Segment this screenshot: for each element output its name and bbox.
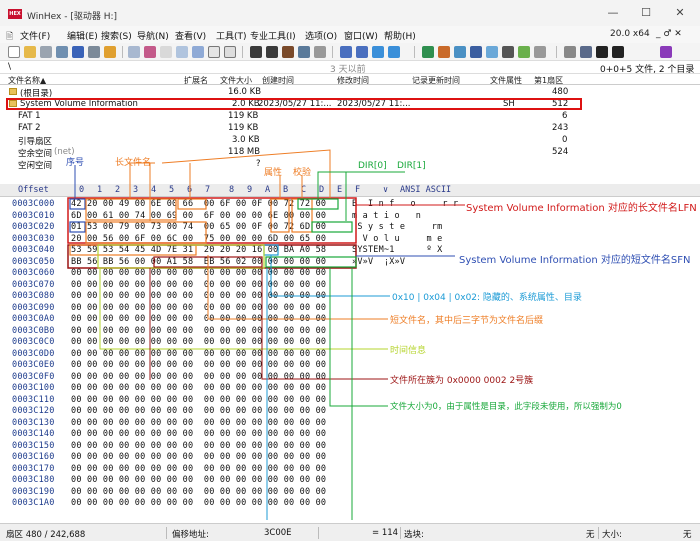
cluster-connector xyxy=(261,268,388,380)
attribute-box xyxy=(270,198,290,233)
annot-checksum: 校验 xyxy=(293,168,312,178)
status-offset-value: 3C00E xyxy=(264,528,292,538)
annot-dir0: DIR[0] xyxy=(358,161,387,171)
long-name-part1-box xyxy=(85,198,177,221)
annot-dir1: DIR[1] xyxy=(397,161,426,171)
status-separator xyxy=(598,527,599,539)
annot-short-name-note: 短文件名，其中后三字节为文件名后缀 xyxy=(390,316,544,326)
annotation-overlay xyxy=(67,149,465,520)
annot-seq-no: 序号 xyxy=(66,158,85,168)
size-connector xyxy=(329,268,388,407)
dir0-box xyxy=(297,198,339,210)
annot-attribute: 属性 xyxy=(264,168,283,178)
annot-sfn-note: System Volume Information 对应的短文件名SFN xyxy=(459,255,691,266)
dir1-box xyxy=(311,221,353,233)
time-info-connector xyxy=(99,268,388,350)
seq-number-box-2 xyxy=(69,221,86,233)
annot-attr-note: 0x10 | 0x04 | 0x02: 隐藏的、系统属性、目录 xyxy=(392,293,582,303)
attr-flag-box xyxy=(263,244,279,256)
annot-time-note: 时间信息 xyxy=(390,346,427,356)
annot-cluster-note: 文件所在簇为 0x0000 0002 2号簇 xyxy=(390,376,534,386)
status-offset-label: 偏移地址: xyxy=(172,530,209,540)
status-sector: 扇区 480 / 242,688 xyxy=(6,530,86,540)
long-name-part2-box xyxy=(177,198,207,210)
status-bar: 扇区 480 / 242,688 偏移地址: 3C00E = 114 选块: 无… xyxy=(0,523,700,541)
long-name-part3-box xyxy=(85,221,207,244)
status-separator xyxy=(400,527,401,539)
status-selection-label: 选块: xyxy=(404,530,424,540)
annot-long-name: 长文件名 xyxy=(115,158,152,168)
checksum-box xyxy=(291,198,313,233)
size-box xyxy=(265,256,357,268)
short-name-connector xyxy=(207,255,388,320)
status-separator xyxy=(166,527,167,539)
long-name-connector-1 xyxy=(129,162,155,198)
short-name-box xyxy=(69,244,197,256)
annot-lfn-note: System Volume Information 对应的长文件名LFN xyxy=(466,203,697,214)
seq-number-box-1 xyxy=(69,198,86,210)
status-separator xyxy=(318,527,319,539)
status-value: = 114 xyxy=(372,528,399,538)
status-size-label: 大小: xyxy=(602,530,622,540)
dir0-connector xyxy=(317,171,360,198)
annot-size-note: 文件大小为0，由于属性是目录，此字段未使用，所以强制为0 xyxy=(390,402,622,412)
status-size-value: 无 xyxy=(683,530,692,540)
status-selection-value: 无 xyxy=(586,530,595,540)
dir1-connector xyxy=(345,171,405,221)
